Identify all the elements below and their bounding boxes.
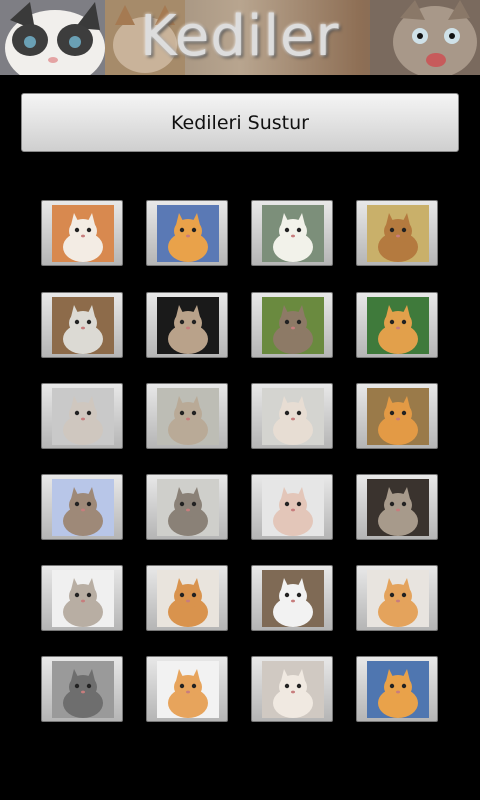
cat-sound-button[interactable] bbox=[251, 565, 333, 631]
cat-photo bbox=[52, 388, 114, 445]
cat-photo bbox=[157, 297, 219, 354]
cat-photo bbox=[262, 297, 324, 354]
cat-sound-button[interactable] bbox=[356, 656, 438, 722]
cat-sound-button[interactable] bbox=[251, 383, 333, 449]
cat-photo bbox=[157, 570, 219, 627]
cat-photo bbox=[367, 205, 429, 262]
cat-photo bbox=[262, 570, 324, 627]
cat-sound-button[interactable] bbox=[146, 200, 228, 266]
cat-sound-button[interactable] bbox=[356, 200, 438, 266]
cat-photo bbox=[367, 297, 429, 354]
banner-cat-left-image bbox=[0, 0, 105, 75]
cat-photo bbox=[52, 205, 114, 262]
cat-sound-button[interactable] bbox=[146, 565, 228, 631]
cat-photo bbox=[367, 661, 429, 718]
header-banner: Kediler bbox=[0, 0, 480, 75]
cat-sound-button[interactable] bbox=[41, 292, 123, 358]
cat-sound-button[interactable] bbox=[146, 656, 228, 722]
cat-photo bbox=[52, 570, 114, 627]
cat-photo bbox=[157, 661, 219, 718]
cat-sound-button[interactable] bbox=[356, 474, 438, 540]
cat-photo bbox=[157, 388, 219, 445]
cat-photo bbox=[262, 479, 324, 536]
cat-photo bbox=[52, 479, 114, 536]
cat-photo bbox=[157, 479, 219, 536]
cat-sound-button[interactable] bbox=[356, 383, 438, 449]
cat-photo bbox=[52, 661, 114, 718]
cat-sound-button[interactable] bbox=[41, 656, 123, 722]
cat-photo bbox=[367, 388, 429, 445]
cat-sound-button[interactable] bbox=[356, 565, 438, 631]
cat-sound-button[interactable] bbox=[356, 292, 438, 358]
cat-sound-button[interactable] bbox=[41, 383, 123, 449]
cat-photo bbox=[262, 205, 324, 262]
cat-sound-button[interactable] bbox=[41, 474, 123, 540]
cat-sound-button[interactable] bbox=[41, 200, 123, 266]
cat-sound-button[interactable] bbox=[251, 292, 333, 358]
cat-photo bbox=[262, 388, 324, 445]
cat-sound-button[interactable] bbox=[146, 474, 228, 540]
cat-photo bbox=[52, 297, 114, 354]
cat-sound-button[interactable] bbox=[146, 383, 228, 449]
app-title: Kediler bbox=[140, 4, 340, 69]
cat-sound-button[interactable] bbox=[146, 292, 228, 358]
cat-sound-button[interactable] bbox=[251, 474, 333, 540]
cat-photo bbox=[262, 661, 324, 718]
cat-sound-button[interactable] bbox=[251, 200, 333, 266]
cat-photo bbox=[367, 570, 429, 627]
cat-sound-button[interactable] bbox=[251, 656, 333, 722]
cat-sound-button[interactable] bbox=[41, 565, 123, 631]
silence-cats-button[interactable]: Kedileri Sustur bbox=[21, 93, 459, 152]
banner-cat-right-image bbox=[370, 0, 480, 75]
cat-photo bbox=[157, 205, 219, 262]
cat-photo bbox=[367, 479, 429, 536]
